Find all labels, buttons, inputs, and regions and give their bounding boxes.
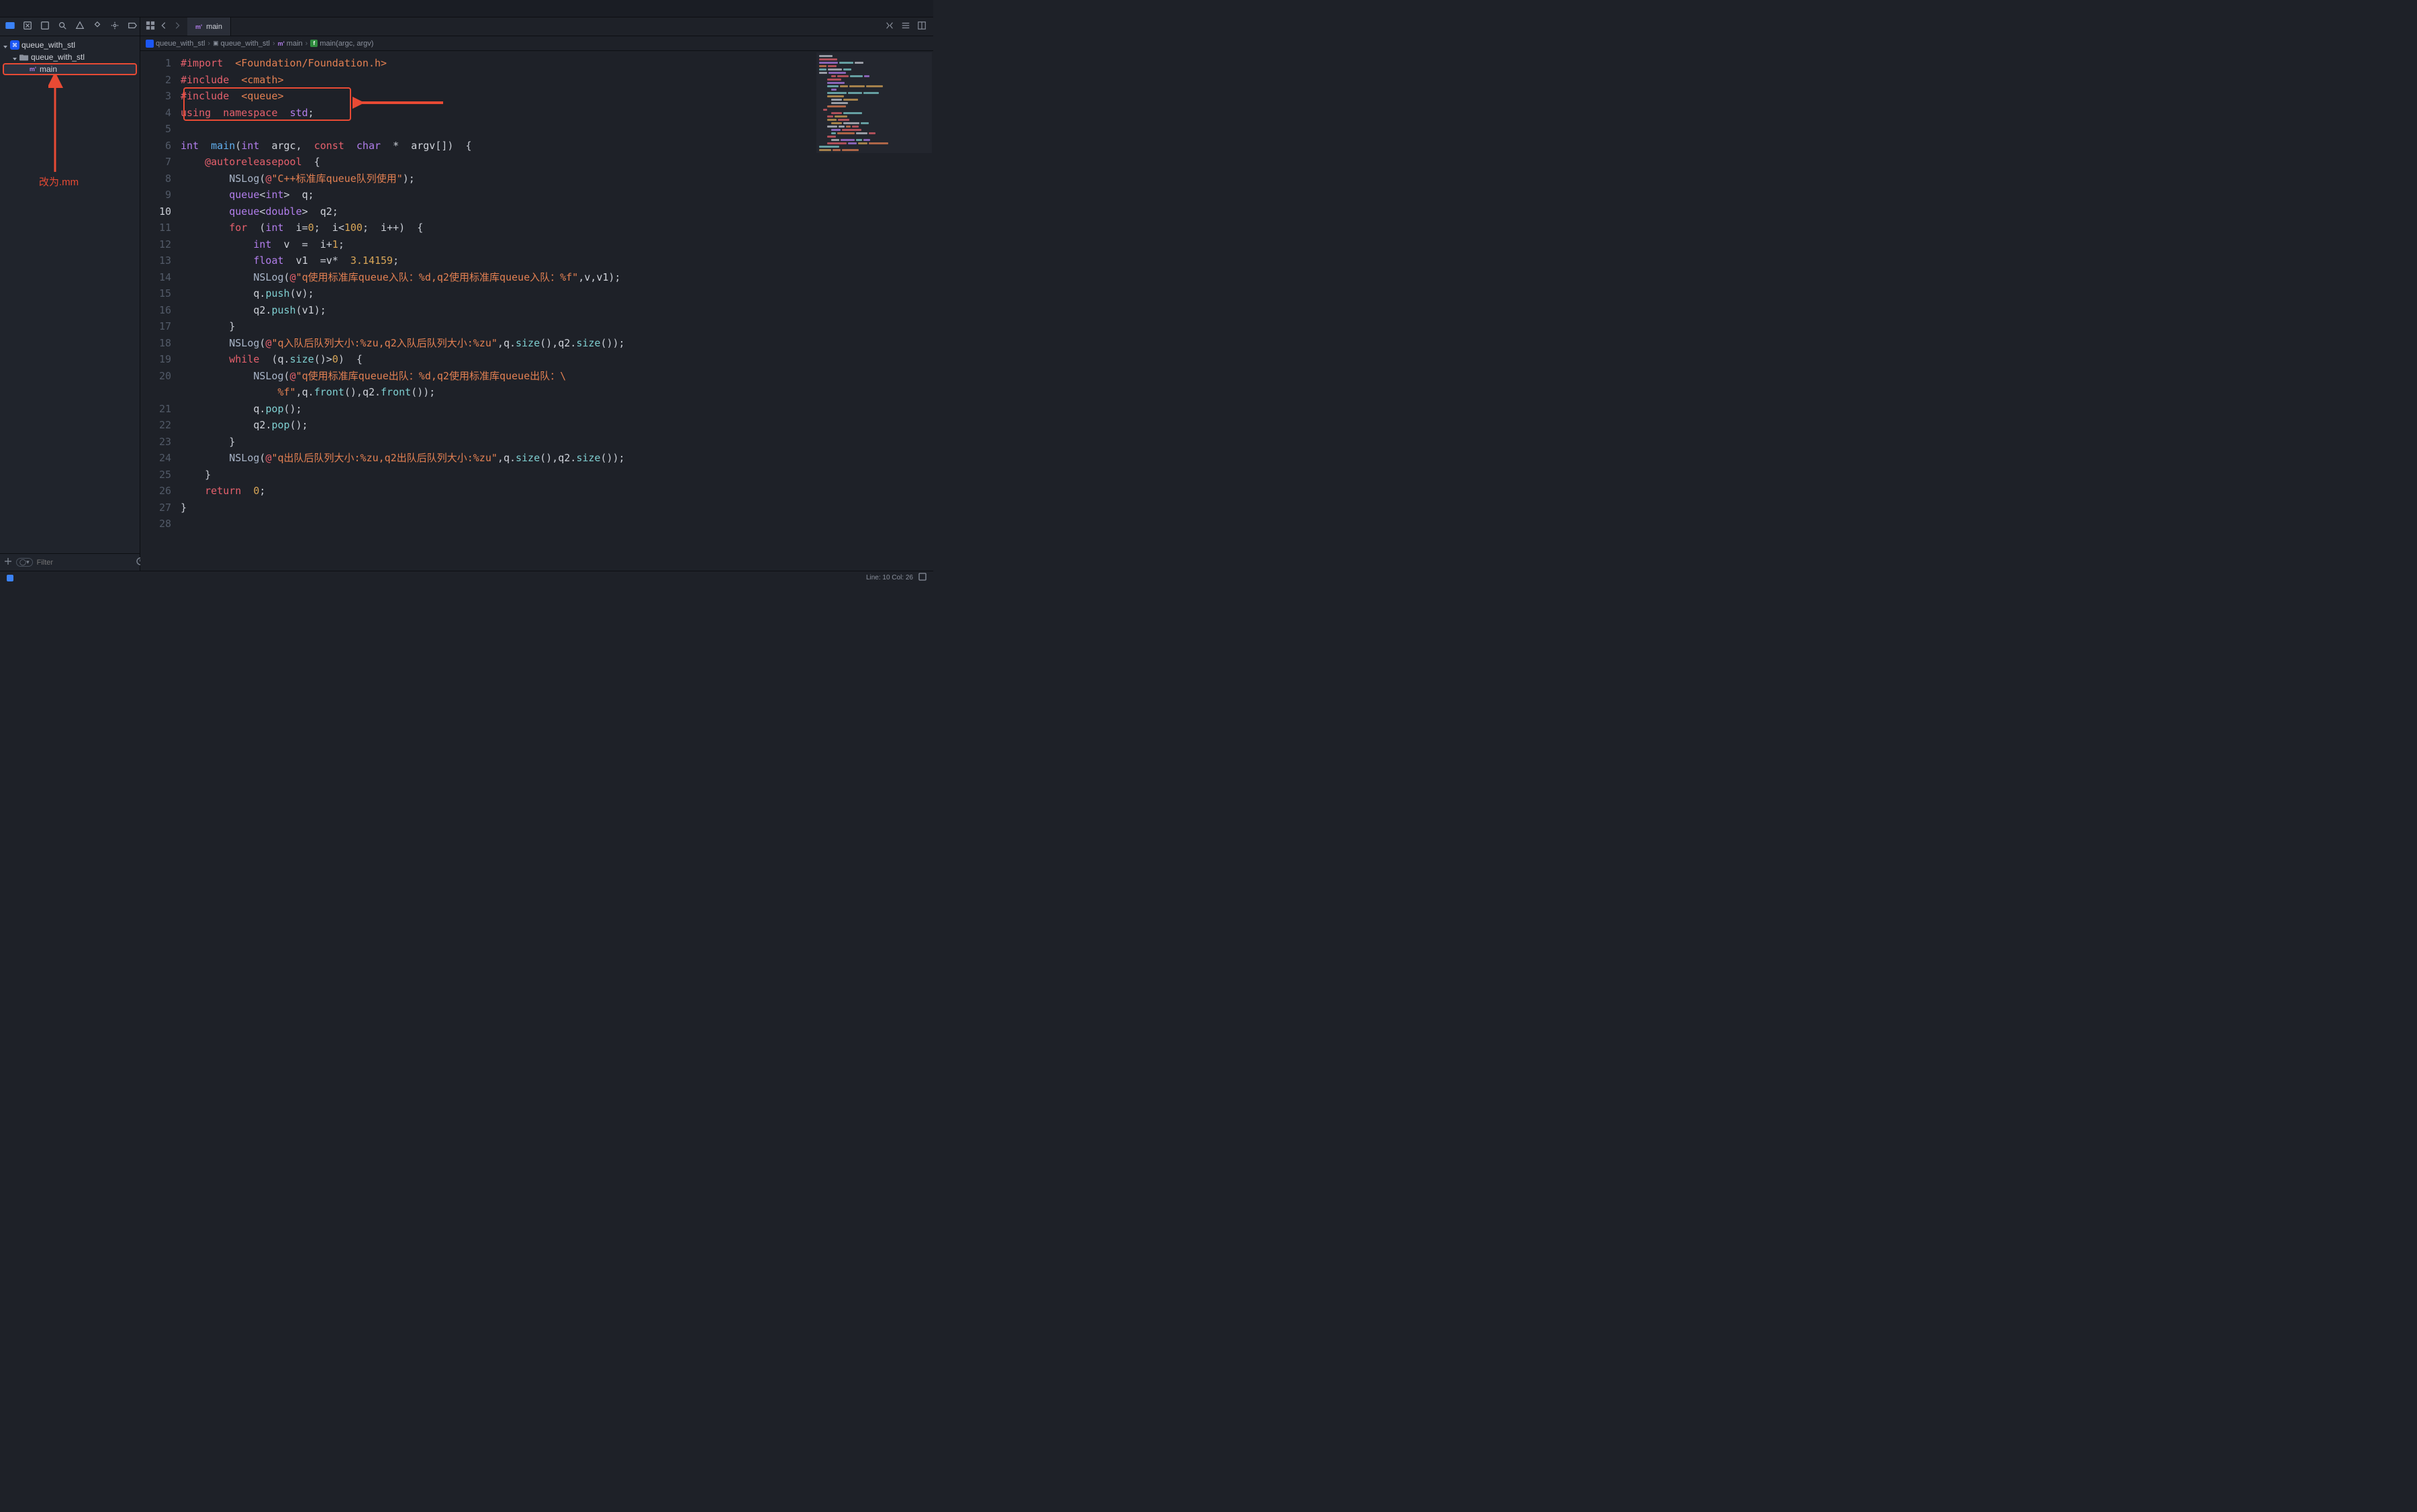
tab-bar: m' main (140, 17, 933, 36)
back-button[interactable] (159, 21, 169, 33)
navigator-tabs (0, 17, 140, 36)
issue-navigator-tab[interactable] (75, 21, 85, 33)
navigator-sidebar: ⌘ queue_with_stl queue_with_stl m' main … (0, 17, 140, 571)
app-icon: ⌘ (10, 40, 19, 50)
project-root[interactable]: ⌘ queue_with_stl (0, 39, 140, 51)
disclosure-icon[interactable] (3, 42, 8, 48)
file-main[interactable]: m' main (3, 63, 137, 75)
breakpoint-navigator-tab[interactable] (128, 21, 137, 33)
chevron-icon: › (305, 40, 308, 48)
jumpbar-function[interactable]: fmain(argc, argv) (310, 40, 373, 48)
folder-icon (19, 52, 29, 62)
jumpbar-folder[interactable]: ▣queue_with_stl (213, 40, 270, 48)
chevron-icon: › (273, 40, 275, 48)
file-icon: m' (28, 64, 38, 74)
find-navigator-tab[interactable] (58, 21, 67, 33)
status-icon[interactable] (913, 573, 927, 583)
annotation-label-sidebar: 改为.mm (39, 175, 79, 189)
code-editor[interactable]: 1234567891011121314151617181920212223242… (140, 51, 933, 571)
line-gutter: 1234567891011121314151617181920212223242… (140, 51, 181, 571)
add-button[interactable] (4, 557, 12, 567)
editor-tab-main[interactable]: m' main (187, 17, 231, 36)
project-tree: ⌘ queue_with_stl queue_with_stl m' main (0, 36, 140, 78)
function-icon: f (310, 40, 318, 47)
test-navigator-tab[interactable] (93, 21, 102, 33)
titlebar (0, 0, 933, 17)
chevron-icon: › (207, 40, 210, 48)
compare-icon[interactable] (885, 21, 894, 33)
cursor-position: Line: 10 Col: 26 (866, 574, 913, 581)
adjust-editor-icon[interactable] (901, 21, 910, 33)
project-navigator-tab[interactable] (5, 21, 15, 33)
file-icon: m' (195, 23, 202, 30)
sidebar-filter-bar: ◯▾ (0, 553, 140, 571)
filter-input[interactable] (37, 559, 132, 567)
tabbar-right-controls (878, 17, 933, 36)
forward-button[interactable] (173, 21, 182, 33)
status-bar: Line: 10 Col: 26 (0, 571, 933, 584)
jumpbar-file[interactable]: m'main (278, 40, 303, 48)
jumpbar-project[interactable]: queue_with_stl (146, 40, 205, 48)
add-editor-icon[interactable] (917, 21, 927, 33)
source-control-tab[interactable] (23, 21, 32, 33)
symbol-navigator-tab[interactable] (40, 21, 50, 33)
minimap[interactable] (816, 52, 932, 153)
project-group[interactable]: queue_with_stl (0, 51, 140, 63)
project-name: queue_with_stl (21, 40, 75, 50)
filter-scope[interactable]: ◯▾ (16, 558, 33, 567)
annotation-arrow-sidebar (48, 75, 68, 175)
debug-navigator-tab[interactable] (110, 21, 120, 33)
jump-bar[interactable]: queue_with_stl › ▣queue_with_stl › m'mai… (140, 36, 933, 51)
tab-label: main (206, 23, 222, 31)
file-icon: m' (278, 40, 285, 47)
file-name: main (40, 64, 57, 74)
status-indicator[interactable] (7, 575, 13, 581)
editor-area: m' main queue_with_stl › ▣queue_with_stl… (140, 17, 933, 571)
folder-icon: ▣ (213, 40, 219, 47)
disclosure-icon[interactable] (12, 54, 17, 60)
app-icon (146, 40, 154, 48)
group-name: queue_with_stl (31, 52, 85, 62)
related-items-icon[interactable] (146, 21, 155, 33)
tab-nav-controls (140, 17, 187, 36)
